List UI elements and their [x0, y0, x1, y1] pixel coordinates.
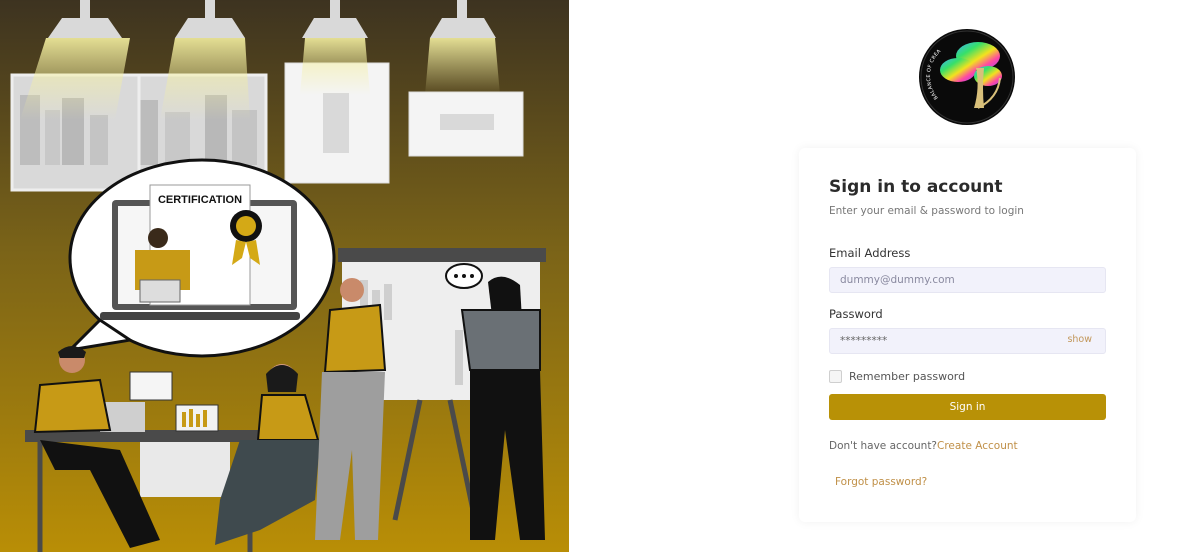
email-label: Email Address	[829, 246, 911, 260]
remember-password-checkbox[interactable]	[829, 370, 842, 383]
password-field[interactable]	[829, 328, 1106, 354]
email-field[interactable]	[829, 267, 1106, 293]
brand-logo: BALANCE OF CREATION	[915, 24, 1016, 126]
create-account-link[interactable]: Create Account	[937, 440, 1018, 452]
show-password-toggle[interactable]: show	[1067, 334, 1092, 345]
sign-in-button[interactable]: Sign in	[829, 394, 1106, 420]
no-account-prompt: Don't have account?	[829, 440, 938, 452]
page-title: Sign in to account	[829, 177, 1003, 197]
login-card: Sign in to account Enter your email & pa…	[799, 148, 1136, 522]
password-label: Password	[829, 307, 883, 321]
forgot-password-link[interactable]: Forgot password?	[835, 476, 927, 488]
hero-illustration: CERTIFICATION	[0, 0, 569, 552]
certificate-title: CERTIFICATION	[158, 194, 242, 206]
remember-password-label: Remember password	[849, 370, 966, 383]
no-account-text: Don't have account?Create Account	[829, 440, 1018, 452]
page-subtitle: Enter your email & password to login	[829, 205, 1024, 217]
